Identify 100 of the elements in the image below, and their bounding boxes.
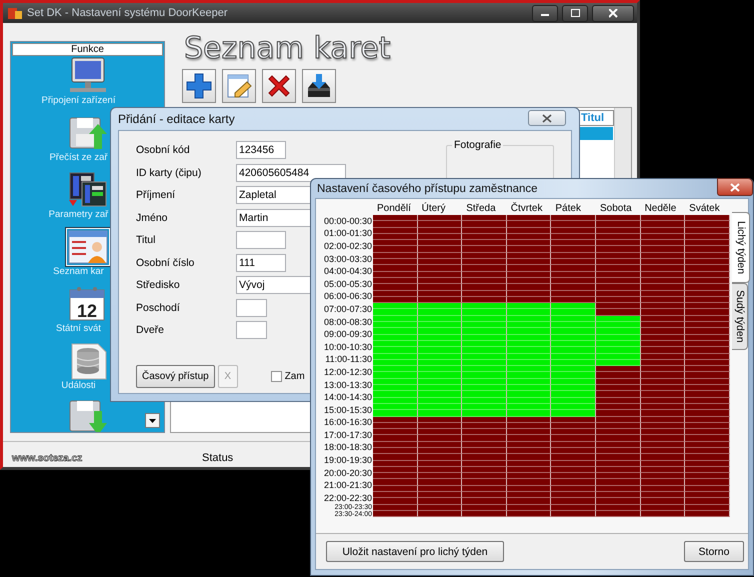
time-slot[interactable] — [506, 240, 552, 246]
sidebar-item[interactable]: 12 — [66, 285, 110, 323]
time-slot[interactable] — [506, 498, 552, 505]
time-slot[interactable] — [596, 435, 641, 442]
input-field[interactable]: 123456 — [236, 141, 286, 160]
time-slot[interactable] — [596, 284, 641, 291]
time-slot[interactable] — [596, 366, 641, 372]
time-slot[interactable] — [596, 391, 641, 398]
time-slot[interactable] — [506, 221, 552, 228]
time-slot[interactable] — [640, 429, 686, 436]
time-slot[interactable] — [596, 240, 641, 246]
download-button[interactable] — [302, 69, 336, 103]
time-slot[interactable] — [506, 246, 552, 253]
time-slot[interactable] — [418, 259, 462, 266]
edit-button[interactable] — [222, 69, 256, 103]
time-slot[interactable] — [596, 479, 641, 486]
time-slot[interactable] — [640, 435, 686, 442]
time-slot[interactable] — [418, 492, 462, 498]
close-button[interactable] — [528, 110, 566, 126]
time-slot[interactable] — [506, 492, 552, 498]
close-button[interactable] — [717, 178, 753, 196]
time-access-button[interactable]: Časový přístup — [136, 364, 215, 388]
time-slot[interactable] — [596, 498, 641, 505]
time-slot[interactable] — [596, 265, 641, 272]
time-slot[interactable] — [640, 221, 686, 228]
time-slot[interactable] — [640, 215, 686, 222]
time-slot[interactable] — [596, 215, 641, 222]
scroll-down-button[interactable] — [145, 413, 160, 428]
time-slot[interactable] — [506, 215, 552, 222]
time-slot[interactable] — [596, 429, 641, 436]
time-slot[interactable] — [640, 309, 686, 316]
time-slot[interactable] — [418, 215, 462, 222]
input-field[interactable] — [236, 298, 267, 317]
time-slot[interactable] — [640, 347, 686, 354]
time-slot[interactable] — [596, 372, 641, 379]
time-slot[interactable] — [596, 410, 641, 416]
sidebar-item[interactable] — [66, 228, 110, 266]
week-tab[interactable]: Sudý týden — [732, 283, 748, 350]
time-slot[interactable] — [506, 284, 552, 291]
time-slot[interactable] — [506, 265, 552, 272]
time-slot[interactable] — [418, 498, 462, 505]
time-slot[interactable] — [640, 366, 686, 372]
time-slot[interactable] — [418, 240, 462, 246]
week-tab[interactable]: Lichý týden — [732, 212, 750, 284]
time-slot[interactable] — [640, 246, 686, 253]
time-slot[interactable] — [640, 303, 686, 310]
time-slot[interactable] — [596, 473, 641, 480]
time-slot[interactable] — [640, 372, 686, 379]
time-slot[interactable] — [640, 259, 686, 266]
time-slot[interactable] — [418, 454, 462, 461]
time-slot[interactable] — [506, 454, 552, 461]
checkbox[interactable] — [270, 370, 282, 382]
time-slot[interactable] — [596, 309, 641, 316]
close-button[interactable] — [592, 4, 634, 22]
time-slot[interactable] — [596, 246, 641, 253]
time-slot[interactable] — [418, 284, 462, 291]
time-slot[interactable] — [596, 303, 641, 310]
time-slot[interactable] — [596, 454, 641, 461]
cancel-button[interactable]: Storno — [684, 541, 744, 562]
input-field[interactable]: 111 — [236, 254, 286, 272]
time-slot[interactable] — [640, 385, 686, 392]
time-slot[interactable] — [418, 479, 462, 486]
time-slot[interactable] — [596, 385, 641, 392]
input-field[interactable] — [236, 321, 267, 340]
time-slot[interactable] — [418, 246, 462, 253]
time-slot[interactable] — [640, 284, 686, 291]
time-slot[interactable] — [640, 410, 686, 416]
time-slot[interactable] — [596, 492, 641, 498]
maximize-button[interactable] — [562, 4, 588, 22]
time-slot[interactable] — [418, 435, 462, 442]
time-slot[interactable] — [640, 391, 686, 398]
time-slot[interactable] — [640, 265, 686, 272]
time-slot[interactable] — [418, 473, 462, 480]
column-header[interactable]: Titul — [578, 110, 614, 126]
time-slot[interactable] — [640, 492, 686, 498]
time-slot[interactable] — [506, 435, 552, 442]
time-slot[interactable] — [640, 454, 686, 461]
time-slot[interactable] — [640, 473, 686, 480]
time-slot[interactable] — [418, 429, 462, 436]
delete-button[interactable] — [262, 69, 296, 103]
time-slot[interactable] — [418, 221, 462, 228]
time-slot[interactable] — [596, 221, 641, 228]
time-slot[interactable] — [640, 322, 686, 328]
time-slot[interactable] — [506, 259, 552, 266]
time-slot[interactable] — [506, 473, 552, 480]
time-slot[interactable] — [506, 429, 552, 436]
save-button[interactable]: Uložit nastavení pro lichý týden — [326, 541, 504, 562]
time-slot[interactable] — [506, 479, 552, 486]
add-button[interactable] — [182, 69, 216, 103]
time-slot[interactable] — [640, 479, 686, 486]
input-field[interactable]: 420605605484 — [236, 164, 346, 182]
time-slot[interactable] — [596, 259, 641, 266]
selected-row[interactable] — [578, 127, 613, 140]
time-slot[interactable] — [640, 240, 686, 246]
time-slot[interactable] — [418, 265, 462, 272]
time-slot[interactable] — [640, 498, 686, 505]
time-slot[interactable] — [685, 410, 730, 416]
input-field[interactable] — [236, 231, 286, 250]
time-slot[interactable] — [640, 328, 686, 335]
minimize-button[interactable] — [532, 4, 558, 22]
